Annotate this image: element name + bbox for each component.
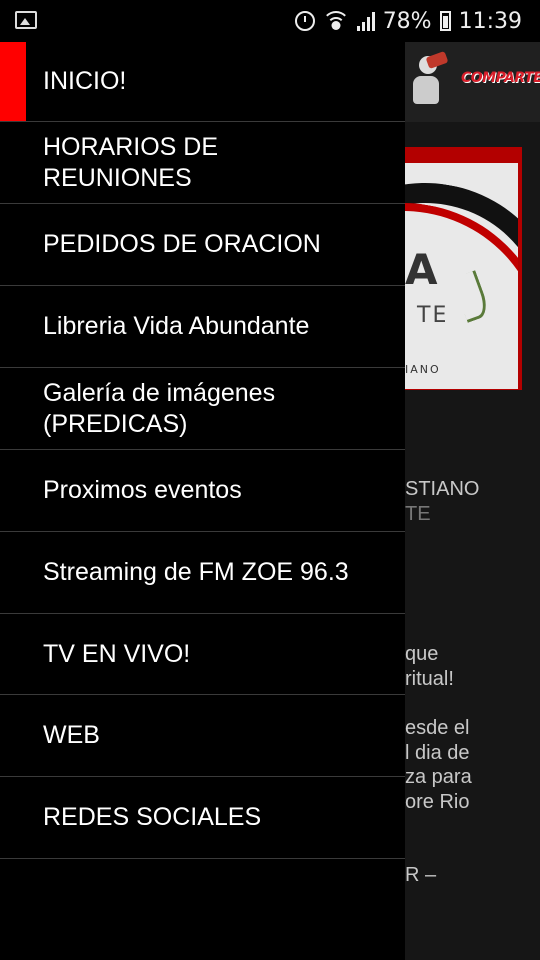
bg-text-line: za para bbox=[405, 766, 472, 788]
banner-subtitle: IANO bbox=[405, 363, 441, 376]
clock: 11:39 bbox=[458, 8, 522, 34]
menu-item-horarios[interactable]: HORARIOS DE REUNIONES bbox=[0, 122, 405, 204]
bg-text-line: R – bbox=[405, 864, 437, 886]
bg-text-line: STIANO bbox=[405, 478, 480, 500]
menu-item-libreria[interactable]: Libreria Vida Abundante bbox=[0, 286, 405, 368]
signal-icon bbox=[356, 11, 375, 31]
menu-item-label: HORARIOS DE REUNIONES bbox=[43, 132, 219, 192]
menu-item-label: INICIO! bbox=[43, 67, 127, 95]
navigation-drawer: INICIO! HORARIOS DE REUNIONES PEDIDOS DE… bbox=[0, 42, 405, 960]
menu-item-label: TV EN VIVO! bbox=[43, 639, 191, 668]
bg-text-line: l dia de bbox=[405, 742, 470, 764]
menu-item-galeria[interactable]: Galería de imágenes (PREDICAS) bbox=[0, 368, 405, 450]
share-figure-icon[interactable] bbox=[405, 50, 453, 107]
bg-text-line: esde el bbox=[405, 717, 470, 739]
background-app: COMPARTE A TE IANO STIANO TE que ritual!… bbox=[405, 42, 540, 960]
menu-item-label: PEDIDOS DE ORACION bbox=[43, 230, 321, 258]
alarm-icon bbox=[294, 11, 315, 31]
battery-percentage: 78% bbox=[382, 8, 432, 34]
menu-item-streaming[interactable]: Streaming de FM ZOE 96.3 bbox=[0, 532, 405, 614]
menu-item-web[interactable]: WEB bbox=[0, 695, 405, 777]
app-toolbar: COMPARTE bbox=[405, 42, 540, 122]
menu-item-label: WEB bbox=[43, 721, 100, 749]
bg-text-line: ritual! bbox=[405, 668, 454, 690]
menu-item-inicio[interactable]: INICIO! bbox=[0, 42, 405, 122]
menu-item-label: Libreria Vida Abundante bbox=[43, 312, 310, 340]
bg-text-line: que bbox=[405, 643, 439, 665]
menu-item-redes[interactable]: REDES SOCIALES bbox=[0, 777, 405, 859]
share-button-label[interactable]: COMPARTE bbox=[461, 70, 540, 86]
menu-item-label: Galería de imágenes (PREDICAS) bbox=[43, 378, 276, 438]
bg-text-line: TE bbox=[405, 503, 431, 525]
banner-text: TE bbox=[417, 303, 449, 328]
wifi-icon bbox=[322, 11, 349, 31]
gallery-icon bbox=[15, 11, 37, 29]
status-right: 78% 11:39 bbox=[294, 6, 522, 36]
banner-letter: A bbox=[405, 245, 438, 294]
menu-item-label: Streaming de FM ZOE 96.3 bbox=[43, 558, 349, 586]
menu-item-eventos[interactable]: Proximos eventos bbox=[0, 450, 405, 532]
status-bar: 78% 11:39 bbox=[0, 0, 540, 42]
menu-item-label: REDES SOCIALES bbox=[43, 803, 262, 831]
bg-text-line: ore Rio bbox=[405, 791, 470, 813]
battery-icon bbox=[439, 11, 451, 31]
menu-item-pedidos[interactable]: PEDIDOS DE ORACION bbox=[0, 204, 405, 286]
menu-item-label: Proximos eventos bbox=[43, 476, 242, 504]
menu-item-tv[interactable]: TV EN VIVO! bbox=[0, 614, 405, 695]
church-banner: A TE IANO bbox=[405, 147, 522, 390]
